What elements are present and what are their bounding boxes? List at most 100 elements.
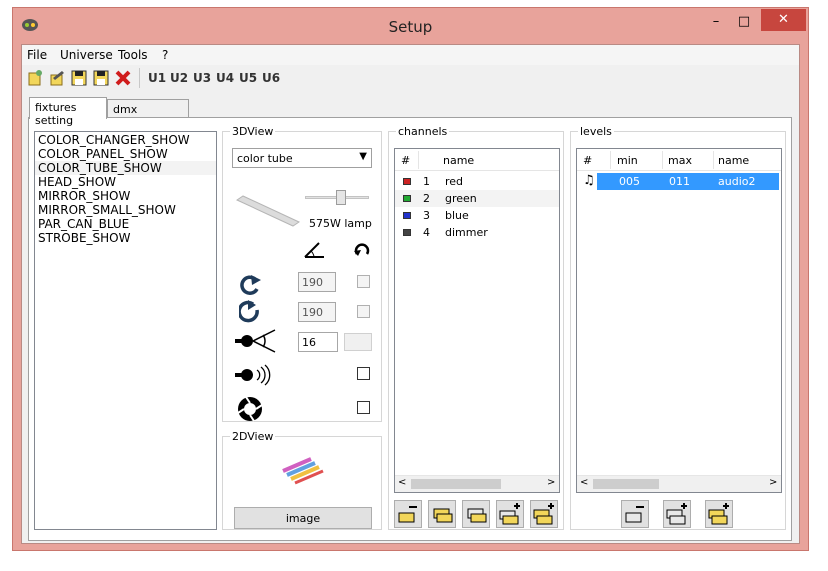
universe-2-button[interactable]: U2 — [170, 71, 188, 85]
list-item[interactable]: COLOR_CHANGER_SHOW — [35, 133, 216, 147]
scroll-right-icon[interactable]: > — [547, 477, 555, 488]
channel-color-icon — [403, 212, 411, 219]
tab-dmx-addressing[interactable]: dmx addressing — [107, 99, 189, 129]
universe-6-button[interactable]: U6 — [262, 71, 280, 85]
rotation-y-field[interactable]: 190 — [298, 302, 336, 322]
menu-help[interactable]: ? — [162, 48, 168, 62]
rotation-x-checkbox[interactable] — [357, 275, 370, 288]
edit-icon[interactable] — [48, 69, 66, 87]
menu-bar: File Universe Tools ? — [22, 45, 799, 65]
table-row[interactable]: ♫ 005 011 audio2 — [577, 173, 781, 190]
scroll-right-icon[interactable]: > — [769, 477, 777, 488]
levels-col-max: max — [668, 154, 692, 167]
window-title: Setup — [388, 18, 433, 36]
view3d-title: 3DView — [230, 125, 276, 138]
table-row[interactable]: 3 blue — [395, 207, 559, 224]
toolbar: U1 U2 U3 U4 U5 U6 — [22, 65, 799, 91]
sound-active-checkbox[interactable] — [357, 367, 370, 380]
channel-color-icon — [403, 195, 411, 202]
channels-title: channels — [396, 125, 450, 138]
scroll-left-icon[interactable]: < — [580, 477, 588, 488]
tab-fixtures-setting[interactable]: fixtures setting — [29, 97, 107, 127]
levels-list[interactable]: # min max name ♫ 005 011 audio2 < > — [576, 148, 782, 493]
list-item[interactable]: MIRROR_SHOW — [35, 189, 216, 203]
channels-list[interactable]: # name 1 red 2 green 3 blue 4 dimmer < > — [394, 148, 560, 493]
tube-preview-image — [235, 195, 301, 227]
beam-angle-field[interactable]: 16 — [298, 332, 338, 352]
universe-1-button[interactable]: U1 — [148, 71, 166, 85]
channel-name: green — [445, 192, 477, 205]
list-item[interactable]: MIRROR_SMALL_SHOW — [35, 203, 216, 217]
lamp-slider-thumb[interactable] — [336, 190, 346, 205]
add-level-button[interactable] — [663, 500, 691, 528]
menu-tools[interactable]: Tools — [118, 48, 148, 62]
minimize-button[interactable]: – — [707, 14, 725, 32]
maximize-button[interactable]: □ — [735, 14, 753, 32]
view2d-group: 2DView image — [222, 430, 382, 530]
levels-col-name: name — [718, 154, 750, 167]
list-item[interactable]: STROBE_SHOW — [35, 231, 216, 245]
add-level-icon — [666, 503, 687, 525]
table-row[interactable]: 4 dimmer — [395, 224, 559, 241]
table-row[interactable]: 1 red — [395, 173, 559, 190]
channel-number: 2 — [423, 192, 430, 205]
move-down-channel-button[interactable] — [462, 500, 490, 528]
duplicate-level-icon — [708, 503, 729, 525]
channel-name: dimmer — [445, 226, 488, 239]
channels-horizontal-scrollbar[interactable]: < > — [395, 475, 559, 492]
audio-note-icon: ♫ — [583, 173, 595, 188]
list-item[interactable]: COLOR_TUBE_SHOW — [35, 161, 216, 175]
channels-group: channels # name 1 red 2 green 3 blue 4 dimmer <… — [388, 125, 564, 530]
channels-col-name: name — [443, 154, 475, 167]
beam-angle-spinner[interactable] — [344, 333, 372, 351]
universe-5-button[interactable]: U5 — [239, 71, 257, 85]
list-item[interactable]: COLOR_PANEL_SHOW — [35, 147, 216, 161]
rotate-horizontal-icon — [240, 275, 261, 295]
fixture-type-select[interactable]: color tube ▼ — [232, 148, 372, 168]
channel-color-icon — [403, 229, 411, 236]
new-file-icon[interactable] — [26, 69, 44, 87]
universe-4-button[interactable]: U4 — [216, 71, 234, 85]
menu-file[interactable]: File — [27, 48, 47, 62]
remove-channel-button[interactable] — [394, 500, 422, 528]
toolbar-separator — [139, 68, 140, 88]
save-as-icon[interactable] — [92, 69, 110, 87]
column-separator — [418, 151, 419, 169]
move-down-icon — [467, 508, 487, 523]
duplicate-channel-icon — [533, 503, 554, 525]
duplicate-level-button[interactable] — [705, 500, 733, 528]
sound-active-icon — [235, 364, 271, 386]
close-button[interactable]: ✕ — [761, 9, 806, 31]
move-up-icon — [433, 508, 453, 523]
reset-rotation-icon[interactable] — [353, 240, 371, 258]
list-item[interactable]: HEAD_SHOW — [35, 175, 216, 189]
scroll-left-icon[interactable]: < — [398, 477, 406, 488]
view3d-group: 3DView color tube ▼ 575W lamp 190 190 16 — [222, 125, 382, 422]
menu-universe[interactable]: Universe — [60, 48, 113, 62]
scrollbar-thumb[interactable] — [411, 479, 501, 489]
levels-group: levels # min max name ♫ 005 011 audio2 < — [570, 125, 786, 530]
fixture-list[interactable]: COLOR_CHANGER_SHOW COLOR_PANEL_SHOW COLOR_… — [34, 131, 217, 530]
scrollbar-thumb[interactable] — [593, 479, 659, 489]
channel-name: red — [445, 175, 464, 188]
levels-header: # min max name — [577, 149, 781, 171]
move-up-channel-button[interactable] — [428, 500, 456, 528]
rotation-x-field[interactable]: 190 — [298, 272, 336, 292]
gobo-checkbox[interactable] — [357, 401, 370, 414]
save-icon[interactable] — [70, 69, 88, 87]
list-item[interactable]: PAR_CAN_BLUE — [35, 217, 216, 231]
levels-horizontal-scrollbar[interactable]: < > — [577, 475, 781, 492]
channel-number: 3 — [423, 209, 430, 222]
duplicate-channel-button[interactable] — [530, 500, 558, 528]
rotation-y-checkbox[interactable] — [357, 305, 370, 318]
remove-level-button[interactable] — [621, 500, 649, 528]
delete-icon[interactable] — [114, 69, 132, 87]
fixture-2d-preview-image — [282, 457, 324, 485]
lamp-slider[interactable] — [305, 190, 369, 205]
column-separator — [662, 151, 663, 169]
channels-header: # name — [395, 149, 559, 171]
universe-3-button[interactable]: U3 — [193, 71, 211, 85]
table-row[interactable]: 2 green — [395, 190, 559, 207]
add-channel-button[interactable] — [496, 500, 524, 528]
image-button[interactable]: image — [234, 507, 372, 529]
